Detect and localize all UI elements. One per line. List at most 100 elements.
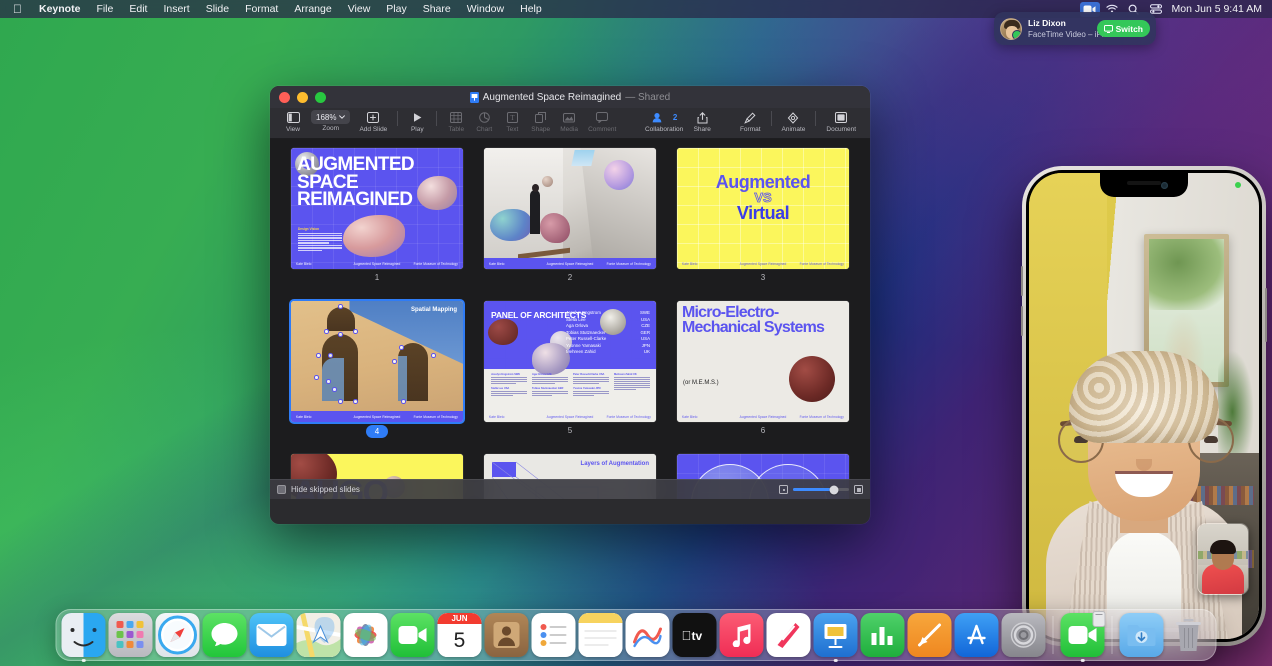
switch-button[interactable]: Switch bbox=[1097, 20, 1150, 37]
dock-item-settings[interactable] bbox=[1002, 613, 1046, 657]
slide-navigator[interactable]: AUGMENTED SPACE REIMAGINED Design Vision… bbox=[270, 139, 870, 499]
menu-slide[interactable]: Slide bbox=[198, 0, 237, 18]
dock-item-launchpad[interactable] bbox=[109, 613, 153, 657]
dock-item-tv[interactable]: tv bbox=[673, 613, 717, 657]
slide-thumbnail-6[interactable]: Micro-Electro-Mechanical Systems (or M.E… bbox=[677, 301, 849, 437]
menu-insert[interactable]: Insert bbox=[155, 0, 197, 18]
share-button[interactable]: Share bbox=[688, 110, 716, 133]
play-button[interactable]: Play bbox=[403, 110, 431, 133]
slide-thumbnail-1[interactable]: AUGMENTED SPACE REIMAGINED Design Vision… bbox=[291, 148, 463, 284]
dock-item-mail[interactable] bbox=[250, 613, 294, 657]
dock-item-contacts[interactable] bbox=[485, 613, 529, 657]
navigator-footer[interactable]: Hide skipped slides bbox=[270, 479, 870, 499]
view-button[interactable]: View bbox=[279, 110, 307, 133]
slide-footer-center: Augmented Space Reimagined bbox=[349, 262, 404, 266]
dock-item-news[interactable] bbox=[767, 613, 811, 657]
slider-knob[interactable] bbox=[830, 485, 839, 494]
close-button[interactable] bbox=[279, 92, 290, 103]
collaboration-count: 2 bbox=[673, 113, 677, 122]
dock-item-trash[interactable] bbox=[1167, 613, 1211, 657]
menu-bar-clock[interactable]: Mon Jun 5 9:41 AM bbox=[1168, 3, 1262, 15]
menu-share[interactable]: Share bbox=[415, 0, 459, 18]
menu-keynote[interactable]: Keynote bbox=[31, 0, 88, 18]
keynote-window[interactable]: Augmented Space Reimagined — Shared View… bbox=[270, 86, 870, 524]
facetime-notification[interactable]: Liz Dixon FaceTime Video – iPhone › Swit… bbox=[994, 12, 1156, 45]
dock-item-facetime[interactable] bbox=[391, 613, 435, 657]
format-button[interactable]: Format bbox=[735, 110, 766, 133]
menu-window[interactable]: Window bbox=[459, 0, 512, 18]
comment-icon bbox=[596, 110, 608, 125]
bio-heading: Peter Russell-Clarke USA bbox=[573, 373, 609, 376]
window-controls[interactable] bbox=[279, 92, 326, 103]
dock-item-pages[interactable] bbox=[908, 613, 952, 657]
self-view-pip[interactable] bbox=[1197, 523, 1249, 595]
slide-4-title: Spatial Mapping bbox=[411, 307, 457, 313]
large-thumbnail-icon[interactable] bbox=[854, 485, 863, 494]
menu-play[interactable]: Play bbox=[378, 0, 414, 18]
apple-menu-icon[interactable]:  bbox=[6, 0, 31, 18]
dock-item-freeform[interactable] bbox=[626, 613, 670, 657]
slider-track[interactable] bbox=[793, 488, 849, 491]
dock-item-keynote[interactable] bbox=[814, 613, 858, 657]
slide-thumbnail-4[interactable]: Spatial Mapping bbox=[291, 301, 463, 437]
dock-item-maps[interactable] bbox=[297, 613, 341, 657]
collaboration-button[interactable]: 2 Collaboration bbox=[640, 110, 688, 133]
slide-thumbnail-3[interactable]: Augmented VS Virtual Kate Bielo Augmente… bbox=[677, 148, 849, 284]
shape-label: Shape bbox=[531, 126, 550, 133]
comment-button[interactable]: Comment bbox=[583, 110, 621, 133]
slide-footer-left: Kate Bielo bbox=[296, 415, 349, 419]
dock-item-photos[interactable] bbox=[344, 613, 388, 657]
keynote-icon bbox=[823, 621, 849, 649]
keynote-toolbar[interactable]: View 168% Zoom Add Slide Play bbox=[270, 108, 870, 139]
thumbnail-size-slider[interactable] bbox=[779, 485, 863, 494]
media-icon bbox=[563, 110, 575, 125]
dock-item-downloads[interactable] bbox=[1120, 613, 1164, 657]
media-button[interactable]: Media bbox=[555, 110, 583, 133]
zoom-control[interactable]: 168% Zoom bbox=[307, 110, 354, 132]
dock-item-music[interactable] bbox=[720, 613, 764, 657]
dock-item-safari[interactable] bbox=[156, 613, 200, 657]
document-panel-icon bbox=[835, 110, 847, 125]
zoom-button[interactable] bbox=[315, 92, 326, 103]
slide-number-1: 1 bbox=[291, 272, 463, 284]
text-button[interactable]: T Text bbox=[498, 110, 526, 133]
add-slide-button[interactable]: Add Slide bbox=[354, 110, 392, 133]
dock-item-appstore[interactable] bbox=[955, 613, 999, 657]
iphone-badge-icon bbox=[1093, 611, 1106, 627]
small-thumbnail-icon[interactable] bbox=[779, 485, 788, 494]
dock-item-numbers[interactable] bbox=[861, 613, 905, 657]
comment-label: Comment bbox=[588, 126, 616, 133]
menu-edit[interactable]: Edit bbox=[121, 0, 155, 18]
menu-arrange[interactable]: Arrange bbox=[286, 0, 339, 18]
window-titlebar[interactable]: Augmented Space Reimagined — Shared bbox=[270, 86, 870, 108]
chevron-down-icon bbox=[339, 115, 345, 119]
dock-item-messages[interactable] bbox=[203, 613, 247, 657]
menu-format[interactable]: Format bbox=[237, 0, 286, 18]
dock-item-calendar[interactable]: JUN 5 bbox=[438, 613, 482, 657]
chart-button[interactable]: Chart bbox=[470, 110, 498, 133]
facetime-call-screen[interactable] bbox=[1029, 173, 1259, 639]
document-button[interactable]: Document bbox=[821, 110, 861, 133]
table-button[interactable]: Table bbox=[442, 110, 470, 133]
menu-help[interactable]: Help bbox=[512, 0, 550, 18]
iphone-device[interactable] bbox=[1022, 166, 1266, 646]
slide-footer-right: Fonte Museum of Technology bbox=[598, 262, 651, 266]
slide-thumbnail-5[interactable]: PANEL OF ARCHITECTS Jocelyn EngstromSWE … bbox=[484, 301, 656, 437]
dock[interactable]: JUN 5 bbox=[56, 609, 1217, 661]
animate-button[interactable]: Animate bbox=[777, 110, 811, 133]
dock-item-reminders[interactable] bbox=[532, 613, 576, 657]
dock-item-facetime-iphone[interactable] bbox=[1061, 613, 1105, 657]
dock-item-finder[interactable] bbox=[62, 613, 106, 657]
camera-active-indicator bbox=[1235, 182, 1241, 188]
bio-heading: Mehreen Zahid UK bbox=[614, 373, 650, 376]
slide-thumbnail-2[interactable]: Kate Bielo Augmented Space Reimagined Fo… bbox=[484, 148, 656, 284]
slide-footer-right: Fonte Museum of Technology bbox=[791, 415, 844, 419]
add-slide-label: Add Slide bbox=[359, 126, 387, 133]
minimize-button[interactable] bbox=[297, 92, 308, 103]
slide-footer-right: Fonte Museum of Technology bbox=[405, 262, 458, 266]
hide-skipped-slides-checkbox[interactable] bbox=[277, 485, 286, 494]
menu-file[interactable]: File bbox=[88, 0, 121, 18]
dock-item-notes[interactable] bbox=[579, 613, 623, 657]
shape-button[interactable]: Shape bbox=[526, 110, 555, 133]
menu-view[interactable]: View bbox=[340, 0, 379, 18]
